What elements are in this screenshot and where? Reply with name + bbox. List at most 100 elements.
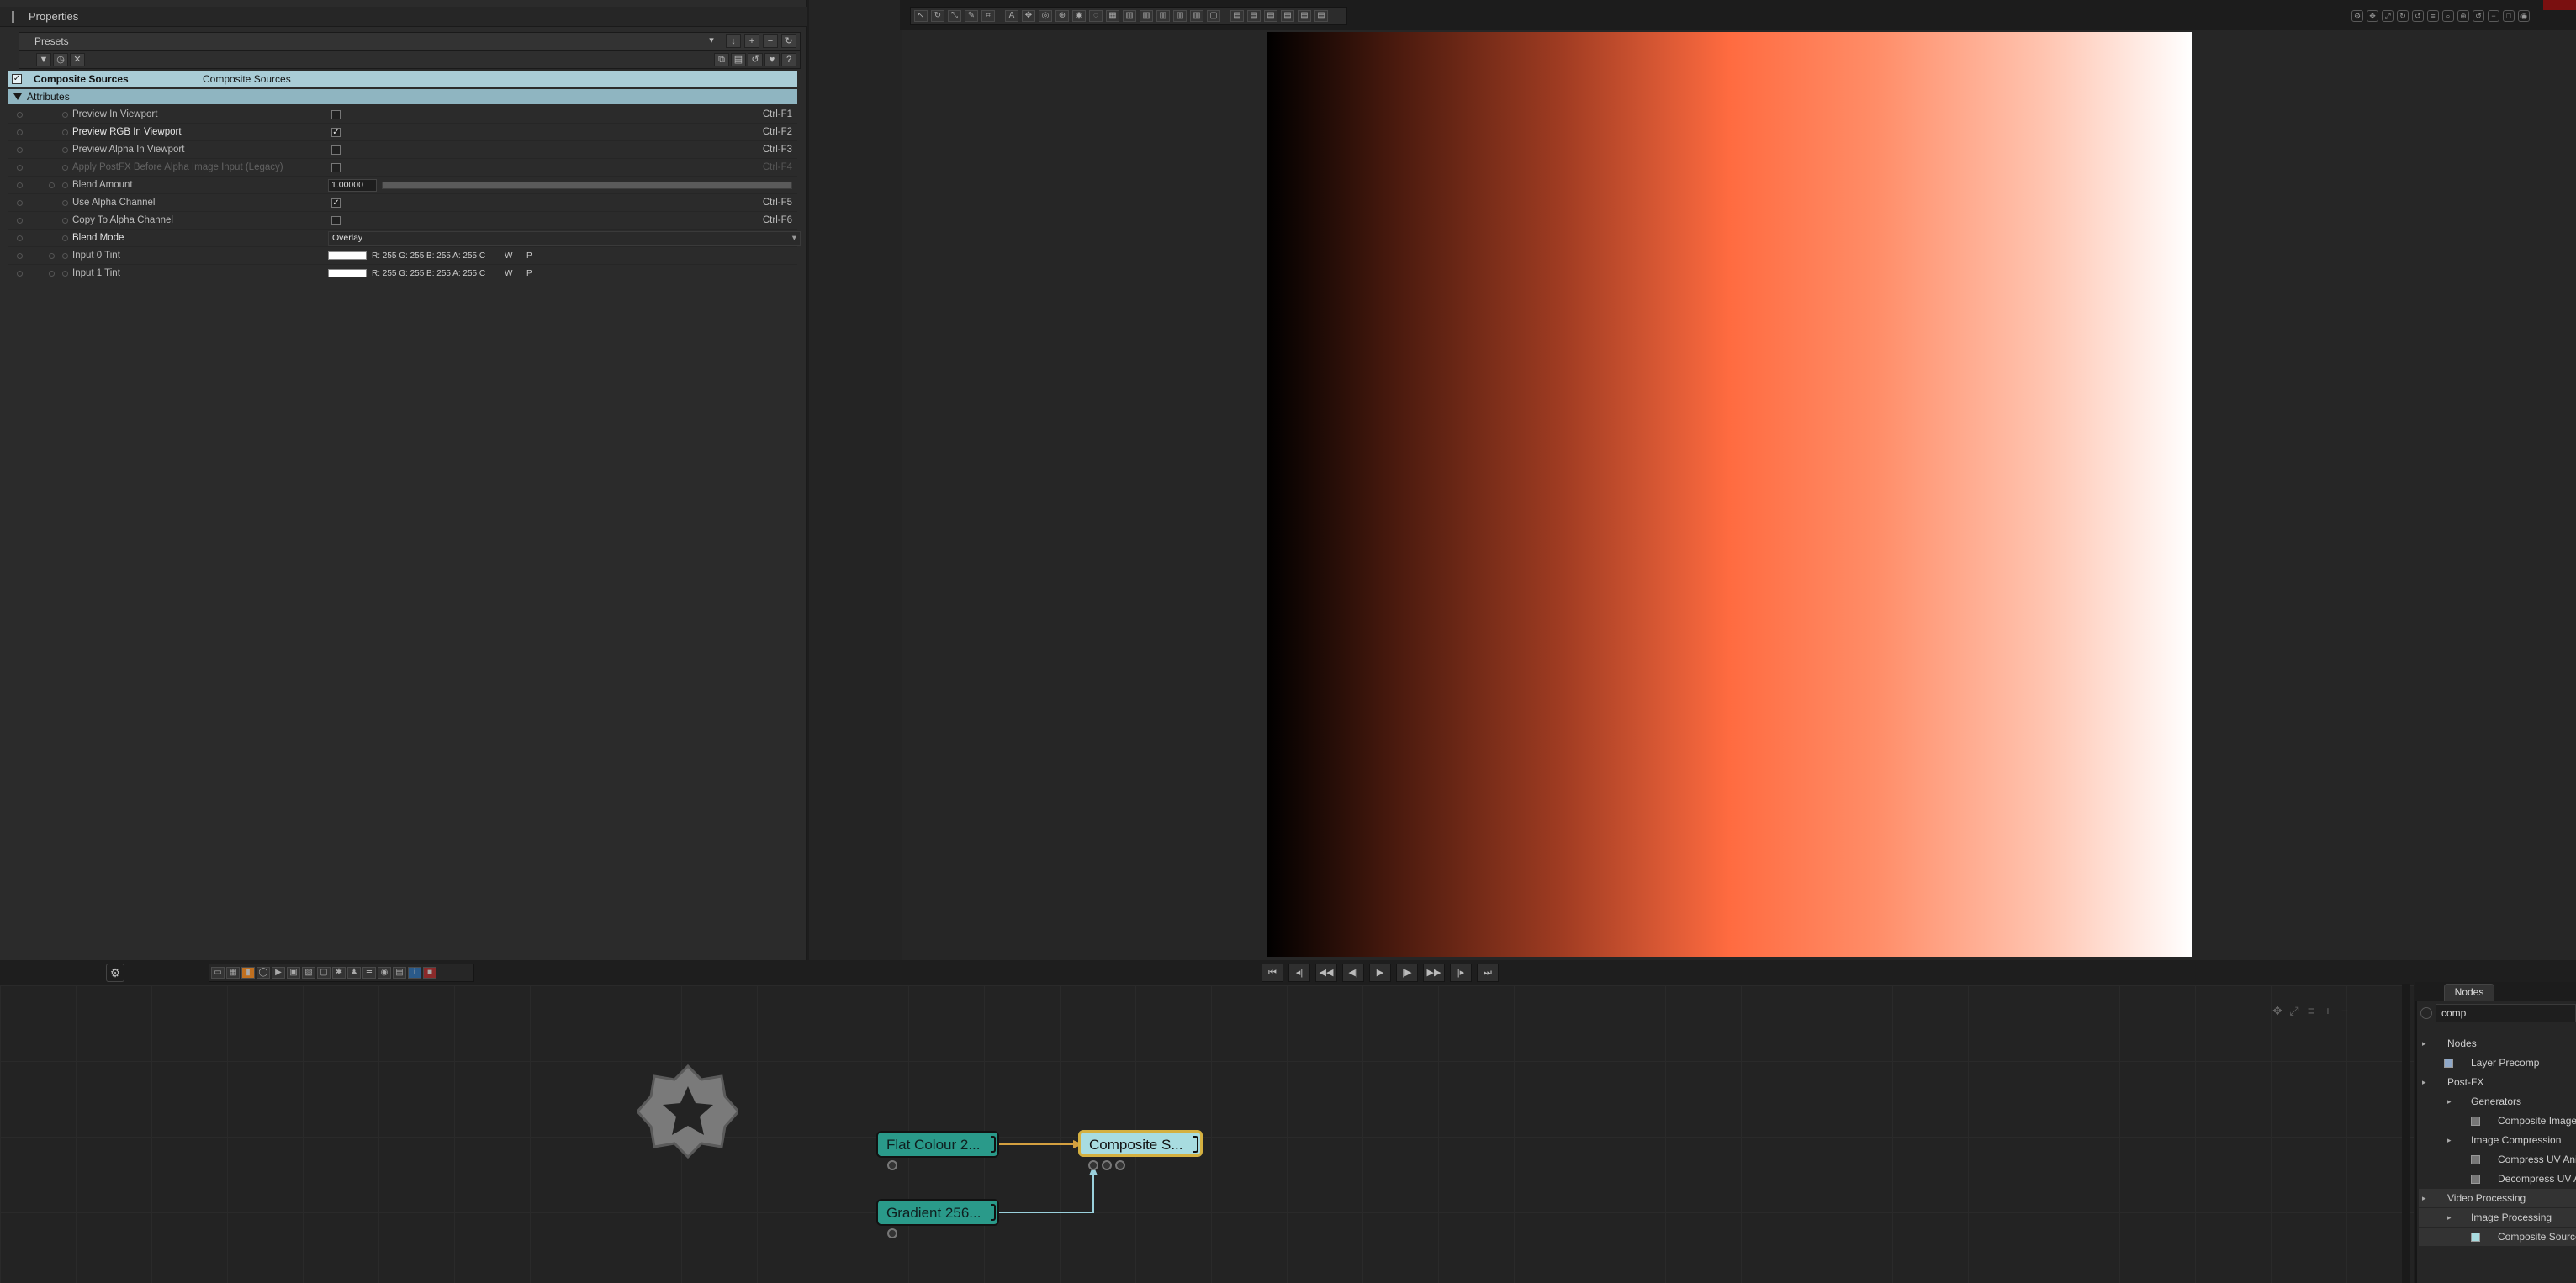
expand-arrow-icon[interactable]: ▸ (2422, 1189, 2426, 1207)
node-enable-checkbox[interactable]: ✓ (12, 74, 22, 84)
layout-tool-icon[interactable]: ▤ (1264, 10, 1277, 22)
undo-icon[interactable]: ↺ (2473, 10, 2484, 22)
color-swatch[interactable] (328, 269, 367, 277)
expand-arrow-icon[interactable]: ▸ (2447, 1092, 2452, 1111)
monitor-icon[interactable]: ▭ (211, 967, 225, 979)
play-icon[interactable]: ▶ (1369, 964, 1391, 982)
tab-secondary[interactable] (2498, 985, 2523, 1001)
copy-icon[interactable]: ⧉ (714, 53, 729, 66)
tree-folder-nodes[interactable]: ▸ Nodes (2422, 1034, 2576, 1053)
layout-tool-icon[interactable]: ▤ (1298, 10, 1311, 22)
maximize-icon[interactable]: □ (2503, 10, 2515, 22)
play-tool-icon[interactable]: ▶ (272, 967, 285, 979)
search-icon[interactable] (2420, 1007, 2432, 1019)
minimize-icon[interactable]: − (2488, 10, 2499, 22)
step-forward-icon[interactable]: |▶ (1396, 964, 1418, 982)
link-dot-icon[interactable] (62, 165, 68, 171)
rewind-icon[interactable]: ◀◀ (1315, 964, 1337, 982)
expand-arrow-icon[interactable]: ▸ (2447, 1131, 2452, 1149)
fast-forward-icon[interactable]: ▶▶ (1423, 964, 1445, 982)
menu-icon[interactable]: ≡ (2427, 10, 2439, 22)
tree-item-layer-precomp[interactable]: Layer Precomp (2422, 1053, 2576, 1072)
bar-tool-icon[interactable]: ▥ (1140, 10, 1153, 22)
expand-arrow-icon[interactable]: ▸ (2422, 1073, 2426, 1091)
animate-dot-icon[interactable] (17, 200, 23, 206)
image-tool-icon[interactable]: ▧ (302, 967, 315, 979)
tree-folder-image-compression[interactable]: ▸ Image Compression (2422, 1131, 2576, 1149)
go-end-icon[interactable]: ⏭ (1477, 964, 1499, 982)
graph-node-gradient[interactable]: Gradient 256... (876, 1199, 999, 1226)
attr-checkbox[interactable] (331, 163, 341, 172)
grid-icon[interactable]: ▦ (226, 967, 240, 979)
heart-icon[interactable]: ♥ (764, 53, 780, 66)
node-header[interactable]: ✓ Composite Sources Composite Sources (8, 71, 797, 87)
bar-tool-icon[interactable]: ▥ (1173, 10, 1187, 22)
layout-tool-icon[interactable]: ▤ (1314, 10, 1328, 22)
go-start-icon[interactable]: ⏮ (1262, 964, 1283, 982)
graph-scrollbar[interactable] (2402, 984, 2410, 1283)
minus-icon[interactable]: − (763, 34, 778, 48)
node-output-port[interactable] (887, 1228, 897, 1238)
node-input-port[interactable] (1088, 1160, 1098, 1170)
move-icon[interactable]: ✥ (2367, 10, 2378, 22)
attr-checkbox[interactable] (331, 145, 341, 155)
node-input-port[interactable] (1115, 1160, 1125, 1170)
settings-icon[interactable]: ⚙ (2351, 10, 2363, 22)
zoom-tool-icon[interactable]: ◌ (1089, 10, 1103, 22)
layout-tool-icon[interactable]: ▤ (1247, 10, 1261, 22)
help-icon[interactable]: ? (781, 53, 796, 66)
clock-icon[interactable]: ◷ (53, 53, 68, 66)
expose-dot-icon[interactable] (49, 253, 55, 259)
animate-dot-icon[interactable] (17, 182, 23, 188)
white-button[interactable]: W (505, 265, 512, 282)
filter-icon[interactable]: ▼ (36, 53, 51, 66)
camera-icon[interactable]: ◉ (2518, 10, 2530, 22)
move-tool-icon[interactable]: ✥ (1022, 10, 1035, 22)
tree-folder-post-fx[interactable]: ▸ Post-FX (2422, 1073, 2576, 1091)
tree-item-compress-uv[interactable]: Compress UV Ani (2422, 1150, 2576, 1169)
link-dot-icon[interactable] (62, 147, 68, 153)
dropdown-arrow-icon[interactable]: ▾ (707, 34, 716, 48)
zoom-out-icon[interactable]: − (2338, 1004, 2351, 1017)
attributes-header[interactable]: Attributes (8, 89, 797, 104)
grid-tool-icon[interactable]: ▦ (1106, 10, 1119, 22)
animate-dot-icon[interactable] (17, 129, 23, 135)
zoom-in-icon[interactable]: + (2321, 1004, 2335, 1017)
layers-tool-icon[interactable]: ≣ (362, 967, 376, 979)
expand-icon[interactable]: ⤢ (2382, 10, 2394, 22)
square-tool-icon[interactable]: ▢ (1207, 10, 1220, 22)
crop-tool-icon[interactable]: ⌗ (981, 10, 995, 22)
bar-tool-icon[interactable]: ▥ (1123, 10, 1136, 22)
attr-checkbox[interactable]: ✓ (331, 198, 341, 208)
picker-button[interactable]: P (526, 247, 532, 265)
animate-dot-icon[interactable] (17, 165, 23, 171)
close-icon[interactable]: ✕ (70, 53, 85, 66)
attr-checkbox[interactable] (331, 110, 341, 119)
link-dot-icon[interactable] (62, 253, 68, 259)
circle-tool-icon[interactable]: ◯ (257, 967, 270, 979)
bar-tool-icon[interactable]: ▥ (1156, 10, 1170, 22)
animate-dot-icon[interactable] (17, 147, 23, 153)
add-icon[interactable]: + (744, 34, 759, 48)
refresh-icon[interactable]: ↻ (2397, 10, 2409, 22)
attr-checkbox[interactable]: ✓ (331, 128, 341, 137)
blend-mode-select[interactable]: Overlay ▾ (328, 231, 801, 246)
expand-arrow-icon[interactable]: ▸ (2422, 1034, 2426, 1053)
expose-dot-icon[interactable] (49, 271, 55, 277)
link-dot-icon[interactable] (62, 129, 68, 135)
link-dot-icon[interactable] (62, 112, 68, 118)
tree-item-composite-image[interactable]: Composite Image (2422, 1111, 2576, 1130)
layout-tool-icon[interactable]: ▤ (1281, 10, 1294, 22)
info-tool-icon[interactable]: i (408, 967, 421, 979)
node-output-port[interactable] (887, 1160, 897, 1170)
color-tool-icon[interactable]: ▮ (241, 967, 255, 979)
color-swatch[interactable] (328, 251, 367, 260)
download-icon[interactable]: ↓ (726, 34, 741, 48)
fit-icon[interactable]: ⤢ (2288, 1004, 2301, 1017)
node-input-port[interactable] (1102, 1160, 1112, 1170)
tab-tertiary[interactable] (2526, 985, 2576, 1001)
expand-arrow-icon[interactable]: ▸ (2447, 1208, 2452, 1227)
refresh-icon[interactable]: ↻ (781, 34, 796, 48)
menu-icon[interactable]: ≡ (2304, 1004, 2318, 1017)
pen-tool-icon[interactable]: ✎ (965, 10, 978, 22)
